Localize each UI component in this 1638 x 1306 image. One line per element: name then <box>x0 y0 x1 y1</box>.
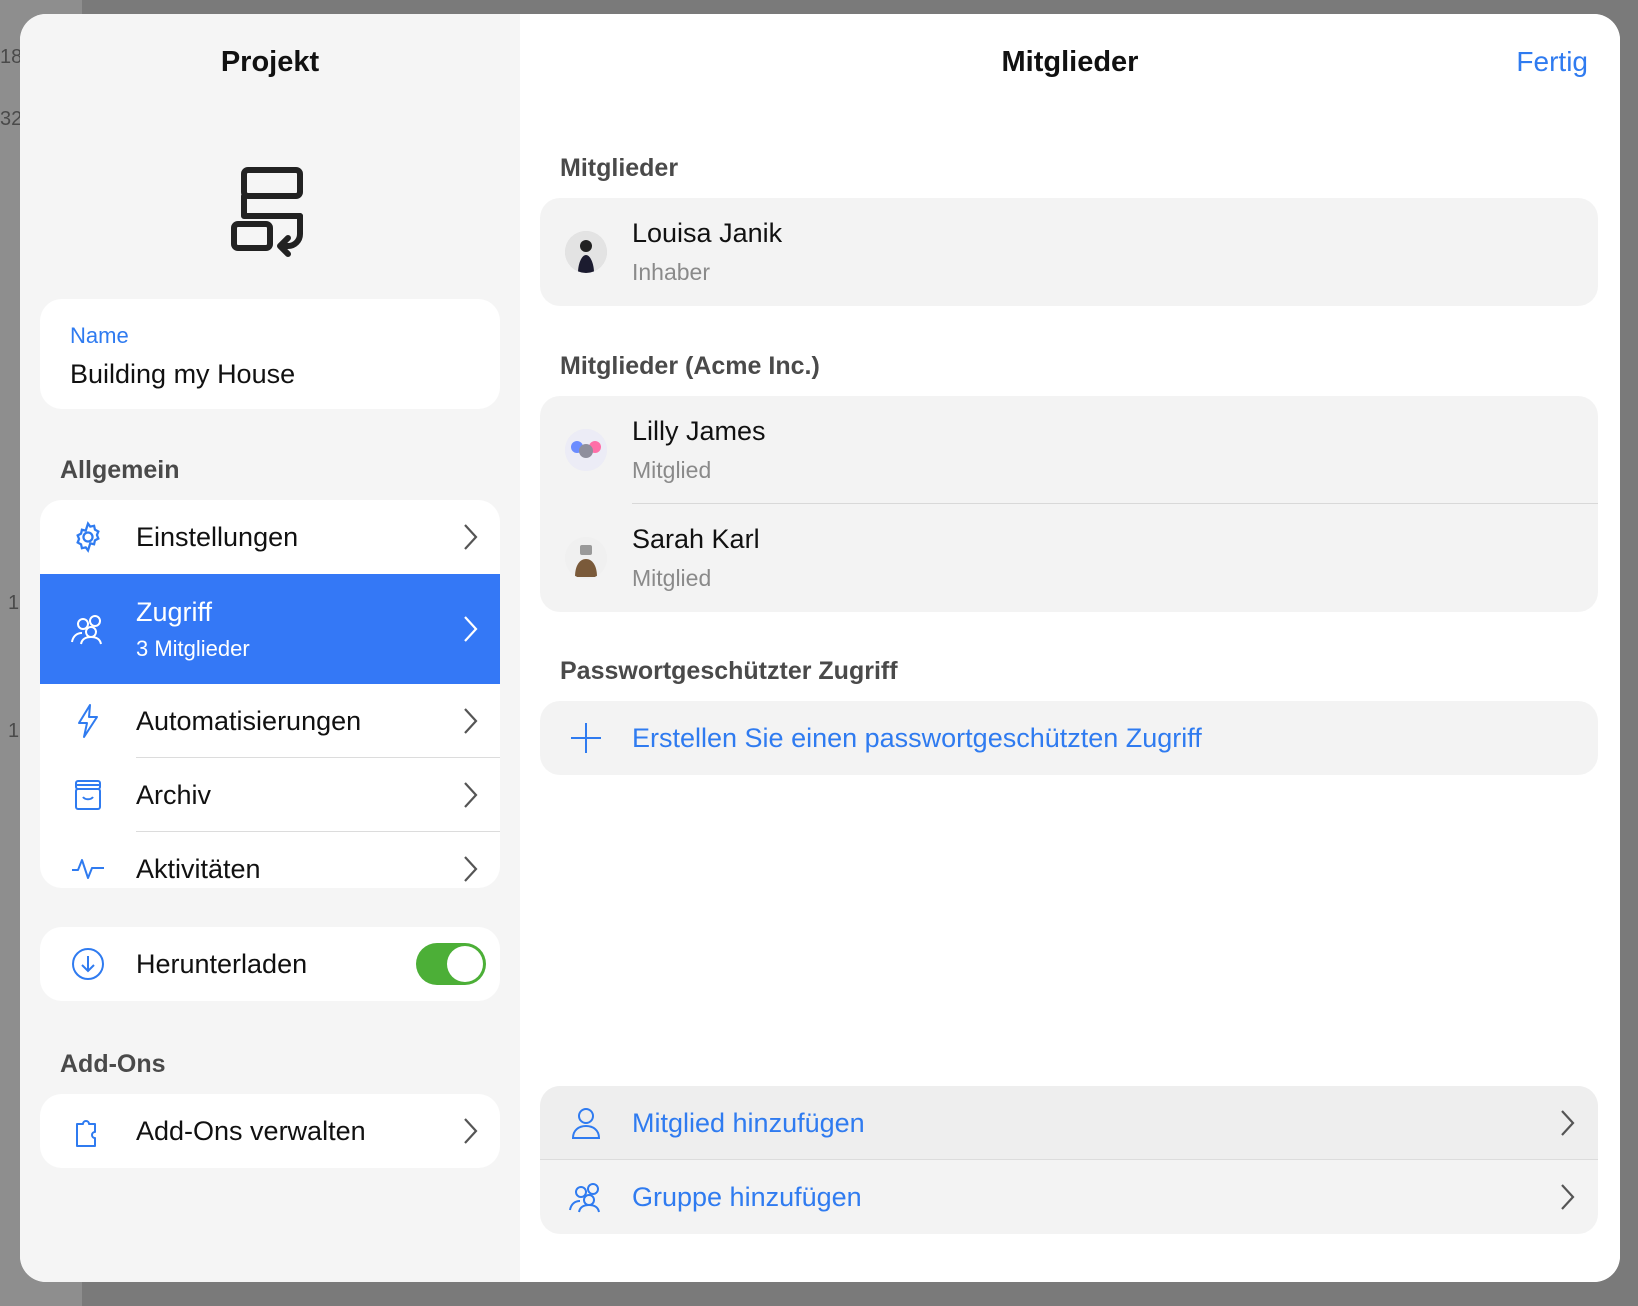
sidebar-item-label: Add-Ons verwalten <box>136 1115 366 1146</box>
bolt-icon <box>40 703 136 739</box>
sidebar-item-sublabel: 3 Mitglieder <box>136 635 250 661</box>
acme-members-list: Lilly James Mitglied Sarah Karl Mitglied <box>540 396 1598 612</box>
member-name: Louisa Janik <box>632 218 783 248</box>
sidebar-item-manage-addons[interactable]: Add-Ons verwalten <box>40 1094 500 1168</box>
owners-list: Louisa Janik Inhaber <box>540 198 1598 306</box>
project-icon <box>231 167 303 257</box>
section-general-label: Allgemein <box>60 456 180 484</box>
chevron-right-icon <box>442 706 500 736</box>
right-pane: Mitglieder Fertig Mitglieder Louisa Jani… <box>520 14 1620 1282</box>
member-role: Mitglied <box>632 457 712 483</box>
puzzle-icon <box>40 1114 136 1148</box>
sidebar-item-label: Zugriff <box>136 596 213 627</box>
section-acme-members-label: Mitglieder (Acme Inc.) <box>560 352 820 380</box>
general-list: Einstellungen Zugriff 3 Mitglieder Autom… <box>40 500 500 888</box>
add-group-button[interactable]: Gruppe hinzufügen <box>540 1160 1598 1234</box>
chevron-right-icon <box>442 780 500 810</box>
create-password-access-label: Erstellen Sie einen passwortgeschützten … <box>632 722 1202 753</box>
sidebar-item-activities[interactable]: Aktivitäten <box>40 832 500 888</box>
left-pane: Projekt Name Building my House Allgemein <box>20 14 520 1282</box>
member-row[interactable]: Louisa Janik Inhaber <box>540 198 1598 306</box>
create-password-access-button[interactable]: Erstellen Sie einen passwortgeschützten … <box>540 701 1598 775</box>
group-icon <box>540 1180 632 1214</box>
chevron-right-icon <box>442 614 500 644</box>
done-button[interactable]: Fertig <box>1516 46 1588 78</box>
left-pane-title: Projekt <box>220 46 320 78</box>
sidebar-item-automations[interactable]: Automatisierungen <box>40 684 500 758</box>
gear-icon <box>40 520 136 554</box>
add-member-label: Mitglied hinzufügen <box>632 1107 865 1138</box>
background-number: 1 <box>8 720 20 742</box>
sidebar-item-archive[interactable]: Archiv <box>40 758 500 832</box>
member-role: Mitglied <box>632 565 712 591</box>
section-addons-label: Add-Ons <box>60 1050 166 1078</box>
add-group-label: Gruppe hinzufügen <box>632 1181 862 1212</box>
right-pane-title: Mitglieder <box>1001 46 1139 78</box>
activity-icon <box>40 856 136 882</box>
download-toggle[interactable] <box>416 943 486 985</box>
chevron-right-icon <box>442 854 500 884</box>
background-number: 1 <box>8 592 20 614</box>
section-password-label: Passwortgeschützter Zugriff <box>560 657 898 685</box>
password-access-card: Erstellen Sie einen passwortgeschützten … <box>540 701 1598 775</box>
sidebar-item-label: Automatisierungen <box>136 705 362 736</box>
plus-icon <box>540 721 632 755</box>
name-field[interactable]: Name Building my House <box>40 299 500 409</box>
name-field-label: Name <box>70 323 129 348</box>
sidebar-item-access[interactable]: Zugriff 3 Mitglieder <box>40 574 500 684</box>
background-number: 18 <box>0 46 23 68</box>
chevron-right-icon <box>1538 1108 1598 1138</box>
download-circle-icon <box>40 946 136 982</box>
chevron-right-icon <box>1538 1182 1598 1212</box>
sidebar-item-label: Archiv <box>136 779 212 810</box>
member-row[interactable]: Lilly James Mitglied <box>540 396 1598 504</box>
add-actions-card: Mitglied hinzufügen Gruppe hinzufügen <box>540 1086 1598 1234</box>
member-role: Inhaber <box>632 259 711 285</box>
name-field-value[interactable]: Building my House <box>70 359 470 390</box>
chevron-right-icon <box>442 1116 500 1146</box>
member-name: Lilly James <box>632 416 766 446</box>
avatar <box>565 537 607 579</box>
addons-card: Add-Ons verwalten <box>40 1094 500 1168</box>
member-name: Sarah Karl <box>632 524 760 554</box>
section-members-label: Mitglieder <box>560 154 679 182</box>
avatar <box>565 231 607 273</box>
sidebar-item-settings[interactable]: Einstellungen <box>40 500 500 574</box>
project-settings-sheet: Projekt Name Building my House Allgemein <box>20 14 1620 1282</box>
background-number: 32 <box>0 108 23 130</box>
person-icon <box>540 1106 632 1140</box>
download-card: Herunterladen <box>40 927 500 1001</box>
avatar <box>565 429 607 471</box>
add-member-button[interactable]: Mitglied hinzufügen <box>540 1086 1598 1160</box>
member-row[interactable]: Sarah Karl Mitglied <box>540 504 1598 612</box>
chevron-right-icon <box>442 522 500 552</box>
download-row: Herunterladen <box>40 927 500 1001</box>
download-label: Herunterladen <box>136 948 308 979</box>
sidebar-item-label: Aktivitäten <box>136 853 261 884</box>
archive-icon <box>40 778 136 812</box>
sidebar-item-label: Einstellungen <box>136 521 299 552</box>
group-icon <box>40 612 136 646</box>
